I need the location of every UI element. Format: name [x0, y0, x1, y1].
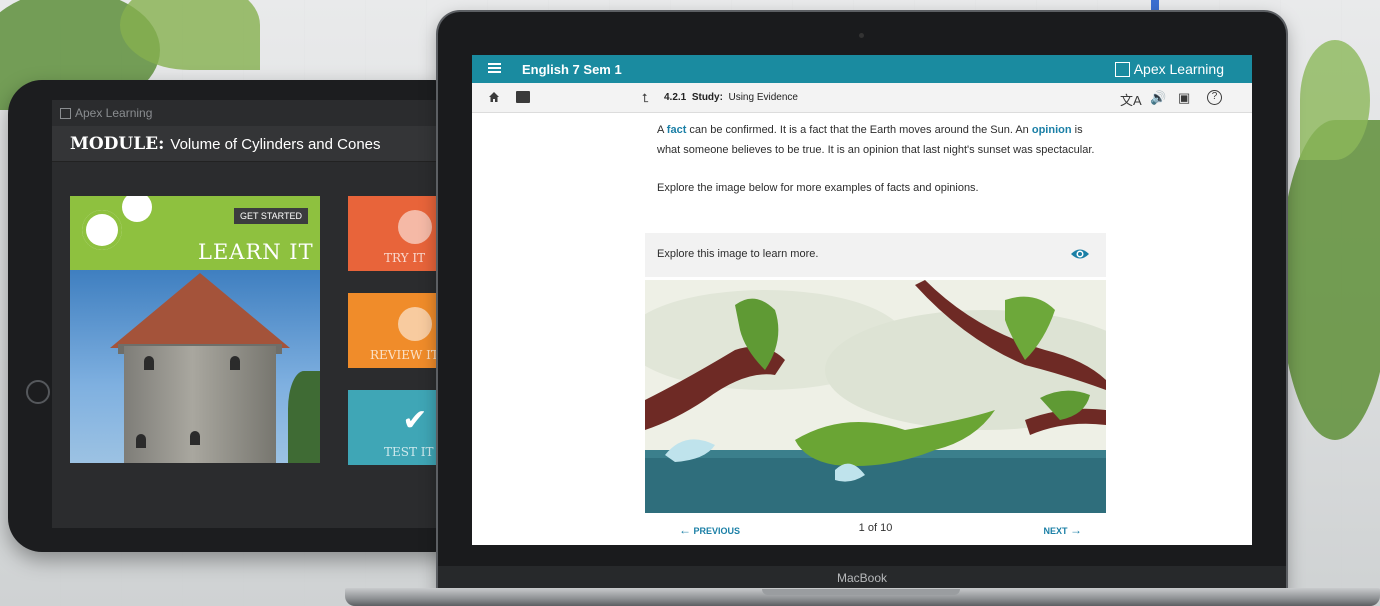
macbook-label: MacBook — [438, 566, 1286, 590]
tower-window — [190, 431, 200, 445]
tablet-brand-label: Apex Learning — [75, 106, 153, 120]
audio-icon[interactable]: 🔊 — [1150, 90, 1166, 106]
app-bar: English 7 Sem 1 Apex Learning — [472, 55, 1252, 83]
tree — [288, 371, 320, 463]
review-it-card[interactable]: REVIEW IT — [348, 293, 438, 368]
checkmark-icon: ✔ — [402, 404, 428, 437]
brand-label: Apex Learning — [1133, 61, 1224, 77]
target-icon — [398, 210, 432, 244]
try-it-label: TRY IT — [384, 251, 426, 265]
try-it-card[interactable]: TRY IT — [348, 196, 438, 271]
next-button[interactable]: NEXT → — [1043, 523, 1082, 537]
lesson-content: A fact can be confirmed. It is a fact th… — [657, 120, 1097, 198]
gear-icon — [82, 210, 122, 250]
menu-icon[interactable] — [488, 63, 501, 74]
camera — [859, 33, 864, 38]
tower-window — [144, 356, 154, 370]
laptop-screen: English 7 Sem 1 Apex Learning ⮤ 4.2.1 St… — [472, 55, 1252, 545]
test-it-card[interactable]: ✔ TEST IT — [348, 390, 438, 465]
lesson-title: Using Evidence — [728, 92, 798, 103]
lesson-type: Study: — [691, 92, 723, 103]
course-title: English 7 Sem 1 — [522, 62, 622, 77]
test-it-label: TEST IT — [384, 445, 434, 459]
explore-image-bar[interactable]: Explore this image to learn more. — [645, 233, 1106, 277]
print-icon[interactable]: ▣ — [1178, 90, 1190, 106]
lesson-number: 4.2.1 — [664, 92, 687, 103]
tablet-screen: Apex Learning MODULE: Volume of Cylinders… — [52, 100, 438, 528]
rewind-icon — [398, 307, 432, 341]
translate-icon[interactable]: 文A — [1120, 90, 1142, 109]
home-icon[interactable] — [488, 91, 500, 103]
tower-window — [230, 356, 240, 370]
help-icon[interactable]: ? — [1207, 90, 1222, 105]
next-label: NEXT — [1043, 526, 1068, 536]
explore-prompt: Explore this image to learn more. — [657, 248, 819, 260]
module-label: MODULE: — [70, 134, 165, 154]
tower-roof — [110, 273, 290, 348]
apex-logo-icon — [60, 107, 71, 119]
plant-right-2 — [1300, 40, 1370, 160]
eye-icon[interactable] — [1070, 247, 1090, 261]
laptop-notch — [762, 589, 960, 595]
page-count: 1 of 10 — [858, 522, 893, 534]
apex-logo-icon — [1114, 61, 1130, 77]
learn-it-card[interactable]: GET STARTED LEARN IT — [70, 196, 320, 463]
arrow-right-icon: → — [1070, 523, 1082, 537]
gear-icon — [122, 196, 152, 222]
briefcase-icon[interactable] — [516, 91, 530, 103]
glossary-fact[interactable]: fact — [667, 124, 687, 136]
module-title: MODULE: Volume of Cylinders and Cones — [70, 134, 381, 154]
tower-window — [136, 434, 146, 448]
paragraph-explore: Explore the image below for more example… — [657, 182, 979, 194]
review-it-label: REVIEW IT — [370, 348, 438, 362]
lesson-breadcrumb: 4.2.1 Study: Using Evidence — [664, 92, 798, 103]
lizard-illustration[interactable] — [645, 280, 1106, 513]
get-started-button[interactable]: GET STARTED — [234, 208, 309, 224]
lesson-toolbar: ⮤ 4.2.1 Study: Using Evidence 文A 🔊 ▣ ? — [472, 83, 1252, 113]
apex-brand: Apex Learning — [1114, 61, 1224, 77]
tablet-home-button[interactable] — [26, 380, 50, 404]
paragraph-fact-opinion: A fact can be confirmed. It is a fact th… — [657, 124, 1095, 156]
image-pager: ← PREVIOUS 1 of 10 NEXT → — [645, 519, 1106, 539]
tablet-brand: Apex Learning — [60, 106, 152, 120]
learn-it-banner: GET STARTED LEARN IT — [70, 196, 320, 270]
module-name: Volume of Cylinders and Cones — [170, 136, 381, 153]
up-arrow-icon[interactable]: ⮤ — [642, 91, 649, 106]
learn-it-label: LEARN IT — [198, 240, 314, 264]
plant-right — [1280, 120, 1380, 440]
glossary-opinion[interactable]: opinion — [1032, 124, 1072, 136]
